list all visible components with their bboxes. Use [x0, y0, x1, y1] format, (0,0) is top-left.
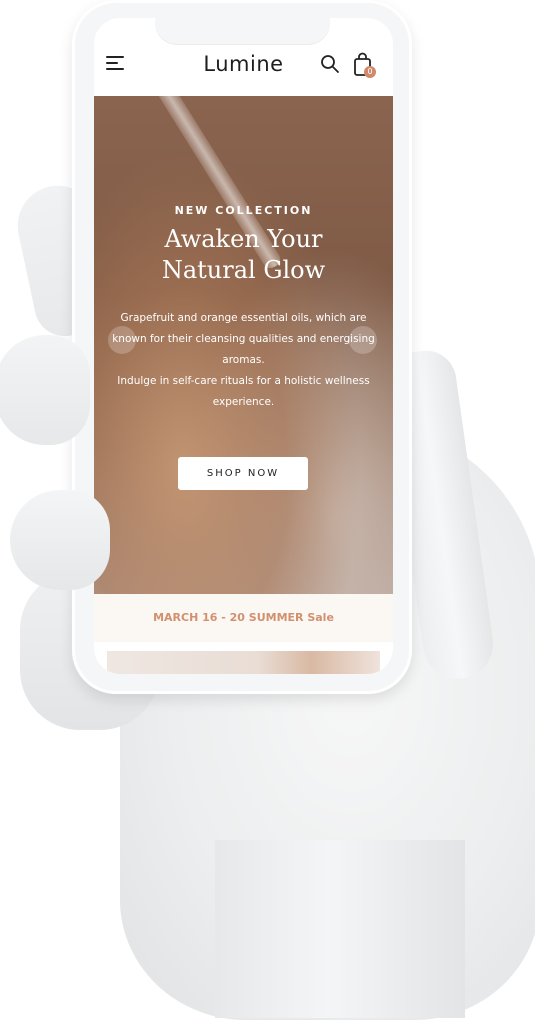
phone-notch [155, 18, 330, 44]
site-header: Lumine 0 [94, 48, 393, 84]
site-logo[interactable]: Lumine [94, 52, 393, 76]
search-icon[interactable] [320, 54, 340, 74]
phone-screen: Lumine 0 NEW COLLECTION Awaken Your Natu… [94, 18, 393, 674]
hero-title-line: Natural Glow [161, 256, 326, 284]
cart-count-badge: 0 [364, 66, 376, 78]
hero-eyebrow: NEW COLLECTION [174, 204, 313, 217]
product-image [107, 651, 380, 674]
shop-now-button[interactable]: SHOP NOW [178, 457, 308, 490]
hand-wrist [215, 840, 465, 1018]
hero-title-line: Awaken Your [164, 225, 323, 253]
hero-title: Awaken Your Natural Glow [94, 224, 393, 286]
sale-banner[interactable]: MARCH 16 - 20 SUMMER Sale [94, 594, 393, 642]
hero-description-line: Indulge in self-care rituals for a holis… [117, 375, 370, 408]
hero-banner: NEW COLLECTION Awaken Your Natural Glow … [94, 66, 393, 594]
hero-description: Grapefruit and orange essential oils, wh… [104, 308, 383, 413]
hand-finger [10, 490, 110, 590]
hero-description-line: Grapefruit and orange essential oils, wh… [112, 312, 375, 366]
hand-finger [0, 335, 90, 445]
